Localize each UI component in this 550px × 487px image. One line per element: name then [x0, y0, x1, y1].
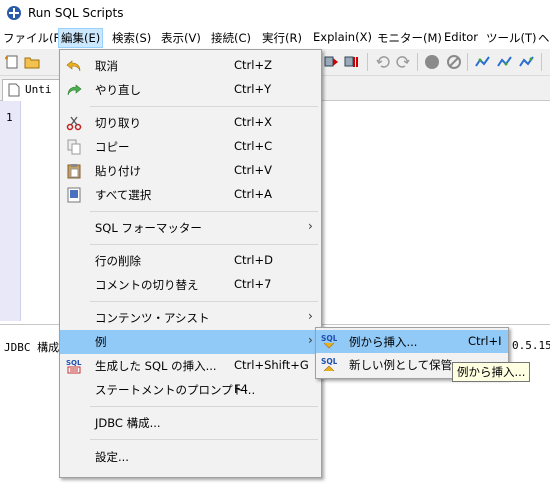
menu-item-label: 設定... — [95, 450, 129, 464]
menu-item-shortcut: Ctrl+Z — [234, 58, 272, 72]
redo-icon — [67, 84, 82, 96]
submenu-item-shortcut: Ctrl+I — [468, 334, 502, 348]
menu-item-shortcut: F4 — [234, 382, 248, 396]
menu-item-insert-generated-sql[interactable]: SQL 生成した SQL の挿入... Ctrl+Shift+G — [60, 354, 321, 378]
menu-item-shortcut: Ctrl+7 — [234, 277, 272, 291]
stop-icon[interactable] — [424, 54, 440, 70]
explain-run-icon[interactable] — [344, 54, 360, 70]
sql-save-icon: SQL — [321, 357, 337, 372]
app-icon — [7, 6, 21, 20]
menu-tools[interactable]: ツール(T) — [486, 30, 537, 46]
menu-item-copy[interactable]: コピー Ctrl+C — [60, 135, 321, 159]
menu-item-label: ステートメントのプロンプト... — [95, 383, 256, 397]
menu-item-sql-formatter[interactable]: SQL フォーマッター › — [60, 216, 321, 240]
redo-toolbar-icon[interactable] — [395, 54, 411, 70]
menu-item-label: すべて選択 — [95, 188, 152, 202]
menu-file[interactable]: ファイル(F) — [3, 30, 65, 46]
menu-item-label: JDBC 構成... — [95, 416, 161, 430]
menu-item-shortcut: Ctrl+Y — [234, 82, 272, 96]
menu-item-shortcut: Ctrl+X — [234, 115, 272, 129]
new-file-icon[interactable] — [4, 54, 20, 70]
select-all-icon — [67, 187, 81, 203]
chevron-right-icon: › — [308, 219, 313, 233]
editor-tab-label: Unti — [25, 83, 52, 96]
menu-item-select-all[interactable]: すべて選択 Ctrl+A — [60, 183, 321, 207]
menu-item-label: コピー — [95, 140, 130, 154]
messages-text: JDBC 構成 — [4, 341, 60, 354]
open-folder-icon[interactable] — [24, 54, 40, 70]
disconnect-icon[interactable] — [497, 54, 513, 70]
menu-item-cut[interactable]: 切り取り Ctrl+X — [60, 111, 321, 135]
menu-item-label: コメントの切り替え — [95, 278, 199, 292]
copy-icon — [67, 139, 81, 155]
cut-icon — [66, 116, 82, 131]
undo-toolbar-icon[interactable] — [375, 54, 391, 70]
menu-item-label: 切り取り — [95, 116, 141, 130]
menu-item-shortcut: Ctrl+C — [234, 139, 273, 153]
menu-item-shortcut: Ctrl+V — [234, 163, 272, 177]
menu-help[interactable]: ヘ — [538, 30, 550, 46]
edit-menu-dropdown: 取消 Ctrl+Z やり直し Ctrl+Y 切り取り Ctrl+X コピー Ct… — [59, 49, 322, 478]
explain-icon[interactable] — [324, 54, 340, 70]
undo-icon — [66, 60, 81, 72]
menu-item-shortcut: Ctrl+D — [234, 253, 273, 267]
menu-run[interactable]: 実行(R) — [262, 30, 302, 46]
sql-insert-icon: SQL — [321, 334, 337, 349]
menu-item-label: 生成した SQL の挿入... — [95, 359, 217, 373]
submenu-item-label: 新しい例として保管... — [349, 358, 464, 372]
menu-item-undo[interactable]: 取消 Ctrl+Z — [60, 54, 321, 78]
menu-explain[interactable]: Explain(X) — [313, 30, 372, 44]
svg-text:SQL: SQL — [66, 359, 82, 367]
menu-item-statement-prompt[interactable]: ステートメントのプロンプト... F4 — [60, 378, 321, 402]
messages-version: 0.5.158 — [512, 339, 550, 352]
cancel-icon[interactable] — [446, 54, 462, 70]
menu-item-label: 例 — [95, 335, 107, 349]
reconnect-icon[interactable] — [519, 54, 535, 70]
menu-item-label: SQL フォーマッター — [95, 221, 202, 235]
menu-item-jdbc-config[interactable]: JDBC 構成... — [60, 411, 321, 435]
menu-item-content-assist[interactable]: コンテンツ・アシスト › — [60, 306, 321, 330]
chevron-right-icon: › — [308, 309, 313, 323]
menu-item-label: 貼り付け — [95, 164, 141, 178]
tooltip: 例から挿入... — [452, 362, 531, 382]
paste-icon — [67, 164, 81, 179]
menu-item-toggle-comment[interactable]: コメントの切り替え Ctrl+7 — [60, 273, 321, 297]
chevron-right-icon: › — [308, 333, 313, 347]
menu-item-label: コンテンツ・アシスト — [95, 311, 210, 325]
menu-item-label: やり直し — [95, 83, 141, 97]
title-bar: Run SQL Scripts — [0, 0, 550, 26]
menu-item-shortcut: Ctrl+A — [234, 187, 272, 201]
menu-item-redo[interactable]: やり直し Ctrl+Y — [60, 78, 321, 102]
connect-icon[interactable] — [475, 54, 491, 70]
submenu-item-insert-from-example[interactable]: SQL 例から挿入... Ctrl+I — [316, 330, 508, 353]
menu-item-label: 行の削除 — [95, 254, 141, 268]
submenu-item-label: 例から挿入... — [349, 335, 418, 349]
menu-connection[interactable]: 接続(C) — [211, 30, 251, 46]
menu-monitor[interactable]: モニター(M) — [377, 30, 442, 46]
menu-item-delete-line[interactable]: 行の削除 Ctrl+D — [60, 249, 321, 273]
menu-edit[interactable]: 編集(E) — [58, 28, 104, 48]
menu-item-shortcut: Ctrl+Shift+G — [234, 358, 309, 372]
window-title: Run SQL Scripts — [28, 6, 124, 20]
line-number: 1 — [6, 111, 13, 124]
menu-item-label: 取消 — [95, 59, 118, 73]
menu-item-examples[interactable]: 例 › — [60, 330, 321, 354]
line-number-gutter — [0, 101, 21, 321]
svg-text:SQL: SQL — [321, 334, 337, 343]
menu-bar: ファイル(F) 編集(E) 検索(S) 表示(V) 接続(C) 実行(R) Ex… — [0, 27, 550, 49]
menu-search[interactable]: 検索(S) — [112, 30, 151, 46]
generate-sql-icon: SQL — [66, 359, 82, 374]
svg-text:SQL: SQL — [321, 357, 337, 366]
menu-item-paste[interactable]: 貼り付け Ctrl+V — [60, 159, 321, 183]
menu-view[interactable]: 表示(V) — [161, 30, 201, 46]
menu-item-settings[interactable]: 設定... — [60, 445, 321, 469]
document-icon — [8, 83, 20, 97]
menu-editor[interactable]: Editor — [444, 30, 478, 44]
